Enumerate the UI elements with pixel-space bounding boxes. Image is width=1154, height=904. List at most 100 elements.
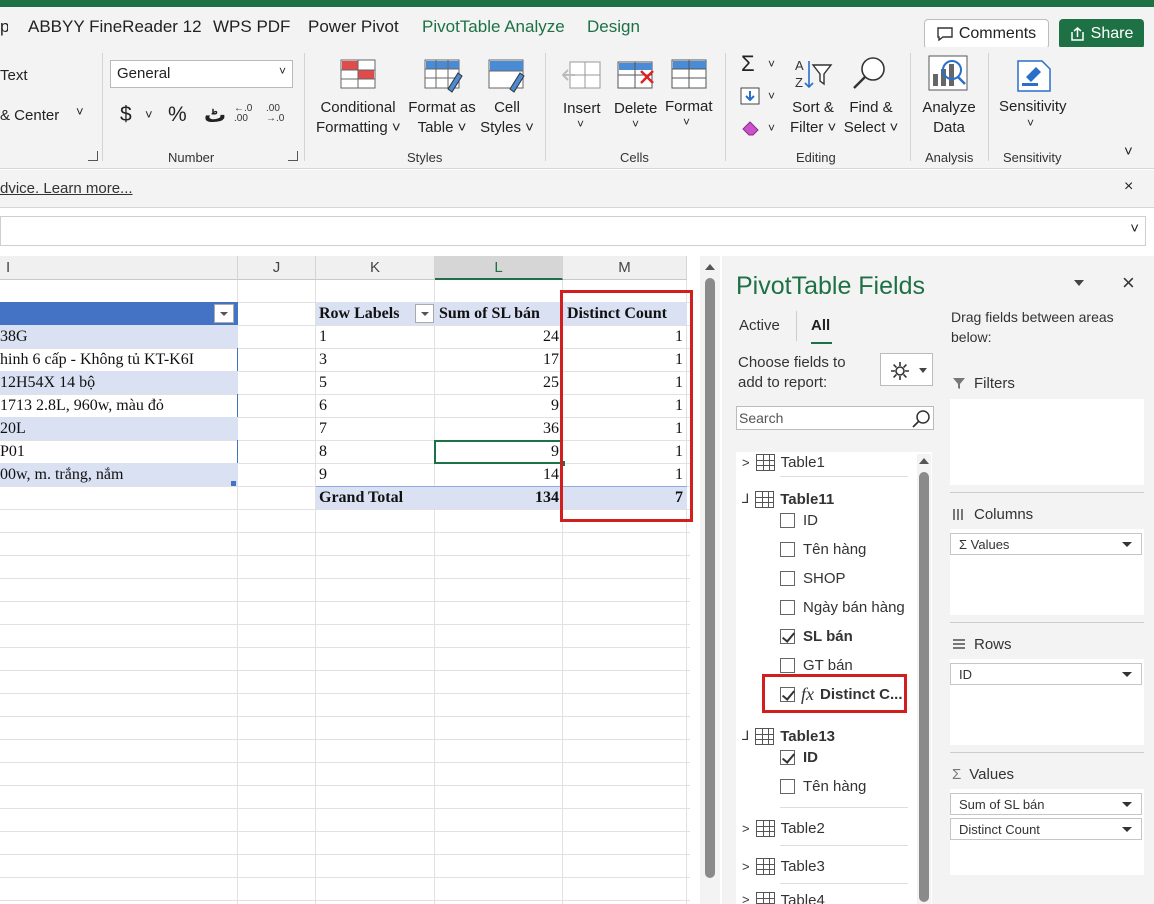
comma-style-button[interactable]: ٹ bbox=[204, 102, 226, 128]
checkbox-checked[interactable] bbox=[780, 749, 795, 765]
spreadsheet-grid[interactable]: I J K L M 38G hinh 6 cấp - Không tủ KT-K… bbox=[0, 256, 700, 904]
alignment-launcher-icon[interactable] bbox=[88, 151, 98, 161]
checkbox[interactable] bbox=[780, 657, 795, 673]
pivot-row-label[interactable]: 9 bbox=[319, 463, 435, 486]
tab-partial[interactable]: p bbox=[0, 17, 8, 37]
source-row-1[interactable]: 38G bbox=[0, 325, 238, 348]
chevron-right-icon[interactable]: > bbox=[742, 859, 750, 874]
checkbox[interactable] bbox=[780, 541, 795, 557]
field-ten-hang[interactable]: Tên hàng bbox=[780, 538, 866, 560]
sensitivity-button[interactable]: Sensitivity bbox=[999, 98, 1067, 115]
close-icon[interactable]: × bbox=[1124, 178, 1133, 196]
pivot-row-label[interactable]: 7 bbox=[319, 417, 435, 440]
column-header-k[interactable]: K bbox=[316, 256, 435, 280]
find-select-button[interactable]: Find & Select ˅ bbox=[843, 98, 899, 138]
pivot-header-sum[interactable]: Sum of SL bán bbox=[439, 302, 563, 325]
collapse-icon[interactable]: ⅃ bbox=[742, 491, 749, 507]
pivot-row-sum[interactable]: 17 bbox=[435, 348, 563, 371]
grand-total-sum[interactable]: 134 bbox=[435, 486, 563, 509]
grand-total-label[interactable]: Grand Total bbox=[319, 486, 435, 509]
increase-decimal-icon[interactable]: ←.0.00 bbox=[234, 104, 252, 124]
pivot-row-label[interactable]: 1 bbox=[319, 325, 435, 348]
vertical-scrollbar[interactable] bbox=[700, 256, 720, 904]
source-row-5[interactable]: 20L bbox=[0, 417, 238, 440]
source-row-7[interactable]: 00w, m. trắng, nắm bbox=[0, 463, 238, 486]
comments-button[interactable]: Comments bbox=[924, 19, 1049, 49]
chevron-right-icon[interactable]: > bbox=[742, 455, 750, 470]
column-header-l[interactable]: L bbox=[435, 256, 563, 280]
percent-button[interactable]: % bbox=[168, 103, 187, 127]
scroll-thumb[interactable] bbox=[919, 472, 929, 902]
currency-button[interactable]: $ bbox=[120, 103, 132, 127]
scroll-up-arrow-icon[interactable] bbox=[919, 458, 929, 464]
column-header-i[interactable]: I bbox=[0, 256, 238, 280]
values-item-distinct-count[interactable]: Distinct Count bbox=[950, 818, 1142, 840]
share-button[interactable]: Share bbox=[1059, 19, 1144, 49]
conditional-formatting-button[interactable]: Conditional Formatting ˅ bbox=[316, 98, 401, 138]
format-chevron-icon[interactable]: ˅ bbox=[683, 115, 690, 129]
checkbox-checked[interactable] bbox=[780, 628, 795, 644]
table-resize-handle[interactable] bbox=[231, 481, 236, 486]
checkbox[interactable] bbox=[780, 512, 795, 528]
tab-all[interactable]: All bbox=[811, 317, 830, 334]
checkbox[interactable] bbox=[780, 599, 795, 615]
tab-design[interactable]: Design bbox=[587, 17, 640, 37]
pivot-row-label[interactable]: 5 bbox=[319, 371, 435, 394]
source-row-6[interactable]: P01 bbox=[0, 440, 238, 463]
tab-wps-pdf[interactable]: WPS PDF bbox=[213, 17, 290, 37]
merge-dropdown-chevron-icon[interactable]: ˅ bbox=[76, 104, 84, 119]
active-cell-selection[interactable] bbox=[434, 440, 563, 464]
field-list-scrollbar[interactable] bbox=[917, 454, 931, 904]
rows-item-id[interactable]: ID bbox=[950, 663, 1142, 685]
field-id[interactable]: ID bbox=[780, 509, 818, 531]
fill-chevron-icon[interactable]: ˅ bbox=[768, 89, 775, 103]
tab-active[interactable]: Active bbox=[739, 317, 780, 334]
table-row-table4[interactable]: > Table4 bbox=[742, 892, 825, 904]
decrease-decimal-icon[interactable]: .00 →.0 bbox=[266, 104, 284, 124]
source-row-3[interactable]: 12H54X 14 bộ bbox=[0, 371, 238, 394]
sort-filter-button[interactable]: Sort & Filter ˅ bbox=[790, 98, 836, 138]
wrap-text-button[interactable]: Text bbox=[0, 67, 28, 84]
table-row-table3[interactable]: > Table3 bbox=[742, 855, 825, 877]
delete-chevron-icon[interactable]: ˅ bbox=[632, 117, 639, 131]
table-row-table2[interactable]: > Table2 bbox=[742, 817, 825, 839]
tab-abbyy[interactable]: ABBYY FineReader 12 bbox=[28, 17, 202, 37]
field-list-settings-button[interactable] bbox=[880, 353, 933, 386]
format-as-table-button[interactable]: Format as Table ˅ bbox=[405, 98, 479, 138]
checkbox[interactable] bbox=[780, 570, 795, 586]
pivot-row-label[interactable]: 8 bbox=[319, 440, 435, 463]
field-ngay-ban-hang[interactable]: Ngày bán hàng bbox=[780, 596, 905, 618]
number-format-select[interactable]: General ˅ bbox=[110, 60, 293, 88]
field-ten-hang-table13[interactable]: Tên hàng bbox=[780, 775, 866, 797]
pivot-row-label[interactable]: 3 bbox=[319, 348, 435, 371]
pivot-row-sum[interactable]: 14 bbox=[435, 463, 563, 486]
table-row-table11[interactable]: ⅃ Table11 bbox=[742, 488, 834, 510]
field-gt-ban[interactable]: GT bán bbox=[780, 654, 853, 676]
field-sl-ban[interactable]: SL bán bbox=[780, 625, 853, 647]
pivot-row-sum[interactable]: 25 bbox=[435, 371, 563, 394]
pivot-row-sum[interactable]: 36 bbox=[435, 417, 563, 440]
pivot-header-row-labels[interactable]: Row Labels bbox=[319, 302, 419, 325]
delete-button[interactable]: Delete bbox=[614, 100, 657, 117]
filters-drop-area[interactable] bbox=[950, 399, 1144, 485]
values-item-sum-sl-ban[interactable]: Sum of SL bán bbox=[950, 793, 1142, 815]
chevron-right-icon[interactable]: > bbox=[742, 821, 750, 836]
column-header-m[interactable]: M bbox=[563, 256, 687, 280]
fill-icon[interactable] bbox=[740, 87, 762, 107]
insert-chevron-icon[interactable]: ˅ bbox=[577, 117, 584, 131]
source-row-4[interactable]: 1713 2.8L, 960w, màu đỏ bbox=[0, 394, 238, 417]
table-row-table13[interactable]: ⅃ Table13 bbox=[742, 725, 835, 747]
expand-formula-chevron-icon[interactable]: ˅ bbox=[1130, 220, 1139, 237]
sensitivity-chevron-icon[interactable]: ˅ bbox=[1027, 116, 1034, 130]
number-launcher-icon[interactable] bbox=[288, 151, 298, 161]
tab-pivottable-analyze[interactable]: PivotTable Analyze bbox=[422, 17, 565, 37]
learn-more-link[interactable]: dvice. Learn more... bbox=[0, 180, 133, 197]
clear-icon[interactable] bbox=[741, 119, 763, 137]
scroll-up-arrow-icon[interactable] bbox=[705, 264, 715, 270]
field-id-table13[interactable]: ID bbox=[780, 746, 818, 768]
chevron-right-icon[interactable]: > bbox=[742, 892, 750, 904]
tab-power-pivot[interactable]: Power Pivot bbox=[308, 17, 399, 37]
pane-options-chevron-icon[interactable] bbox=[1074, 280, 1084, 286]
autosum-icon[interactable]: Σ bbox=[741, 51, 755, 77]
checkbox[interactable] bbox=[780, 778, 795, 794]
